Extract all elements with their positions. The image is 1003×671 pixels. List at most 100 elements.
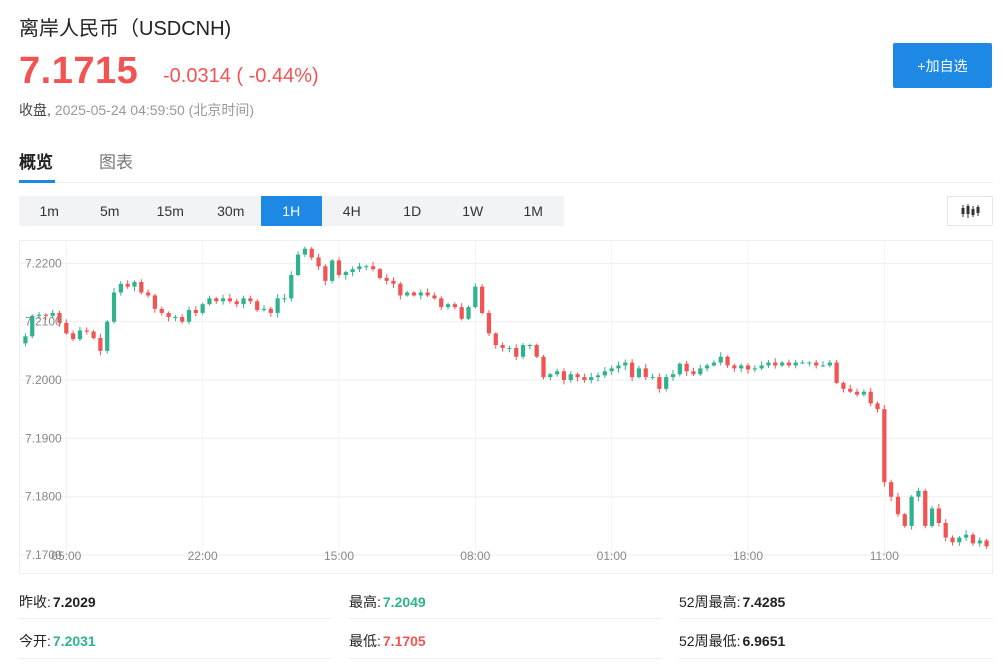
candle-body: [875, 403, 880, 410]
candle-body: [323, 266, 328, 281]
interval-selector: 1m 5m 15m 30m 1H 4H 1D 1W 1M: [19, 196, 564, 226]
w52-high-value: 7.4285: [742, 594, 786, 610]
candle: [77, 326, 83, 341]
candle: [520, 342, 526, 360]
candle: [698, 364, 703, 376]
chart-type-button[interactable]: [947, 196, 993, 226]
candle: [650, 373, 655, 380]
candle-body: [227, 298, 233, 302]
candle-body: [977, 540, 982, 544]
candle: [398, 281, 403, 300]
candle-body: [145, 292, 151, 296]
interval-30m[interactable]: 30m: [201, 196, 262, 226]
candle-body: [902, 514, 907, 526]
add-to-watchlist-button[interactable]: +加自选: [893, 43, 992, 88]
candle-body: [677, 363, 682, 375]
candle: [807, 361, 812, 367]
candle: [275, 294, 280, 318]
candle-body: [309, 248, 314, 258]
candle-body: [98, 338, 103, 351]
candle: [439, 296, 444, 310]
candle: [241, 295, 246, 309]
candle: [902, 512, 907, 528]
x-tick-label: 15:00: [324, 549, 354, 563]
candle: [357, 263, 362, 272]
candle-body: [64, 322, 69, 334]
candle: [889, 479, 894, 502]
candle-body: [984, 540, 989, 547]
candle-body: [180, 317, 185, 322]
stat-52w-high: 52周最高: 7.4285: [679, 594, 786, 610]
interval-1w[interactable]: 1W: [443, 196, 504, 226]
candle-body: [854, 391, 860, 395]
candle: [323, 264, 328, 286]
candle: [166, 311, 171, 322]
candle-body: [514, 347, 519, 357]
interval-5m[interactable]: 5m: [80, 196, 141, 226]
candle-body: [248, 298, 253, 302]
candle-body: [650, 377, 655, 379]
candle: [384, 274, 389, 285]
candle-body: [943, 522, 948, 538]
candle: [500, 342, 505, 352]
stat-prev-close: 昨收: 7.2029: [19, 594, 96, 610]
candle: [568, 371, 573, 383]
candle-body: [725, 356, 730, 366]
candle: [711, 360, 717, 367]
candle-body: [214, 298, 219, 302]
candle: [295, 251, 301, 277]
candle-body: [582, 377, 587, 381]
candle-body: [691, 371, 696, 375]
candle: [732, 363, 737, 372]
candle-body: [173, 317, 178, 319]
candle: [643, 363, 648, 381]
candle-body: [350, 269, 355, 273]
candle-body: [105, 321, 110, 351]
candle: [200, 302, 205, 315]
candle-body: [970, 534, 976, 544]
candle: [670, 369, 676, 381]
candle-body: [261, 308, 267, 311]
candle: [493, 332, 498, 349]
candle-body: [23, 336, 28, 344]
interval-1mo[interactable]: 1M: [503, 196, 564, 226]
candle: [527, 343, 532, 350]
candle-body: [398, 283, 403, 296]
interval-1m[interactable]: 1m: [19, 196, 80, 226]
candle: [916, 487, 921, 502]
candle-body: [411, 292, 417, 296]
candle: [173, 315, 178, 322]
candle-body: [255, 301, 260, 311]
candle: [486, 310, 492, 336]
candle-body: [609, 368, 614, 372]
interval-4h[interactable]: 4H: [322, 196, 383, 226]
candle-body: [889, 482, 894, 497]
candle: [432, 292, 437, 300]
interval-1h[interactable]: 1H: [261, 196, 322, 226]
candle-body: [200, 304, 205, 313]
x-tick-label: 11:00: [870, 549, 899, 563]
candle-body: [466, 307, 471, 319]
candle-body: [84, 330, 89, 332]
candle-body: [289, 275, 294, 299]
candle-body: [275, 298, 280, 313]
candle-body: [432, 295, 437, 299]
tab-chart[interactable]: 图表: [99, 148, 133, 173]
candle-body: [91, 331, 96, 339]
divider: [19, 658, 331, 659]
candle-body: [575, 374, 580, 378]
candle-body: [295, 254, 301, 276]
candle: [923, 488, 928, 529]
candle-body: [384, 277, 389, 281]
candle-body: [391, 280, 396, 284]
tab-overview[interactable]: 概览: [19, 148, 55, 183]
candlestick-chart[interactable]: 7.22007.21007.20007.19007.18007.170005:0…: [19, 240, 993, 574]
candle: [466, 305, 471, 320]
candle: [800, 360, 805, 364]
candle: [473, 283, 478, 309]
candle: [350, 266, 355, 277]
candle: [875, 401, 880, 413]
candle-body: [636, 368, 642, 378]
interval-1d[interactable]: 1D: [382, 196, 443, 226]
interval-15m[interactable]: 15m: [140, 196, 201, 226]
